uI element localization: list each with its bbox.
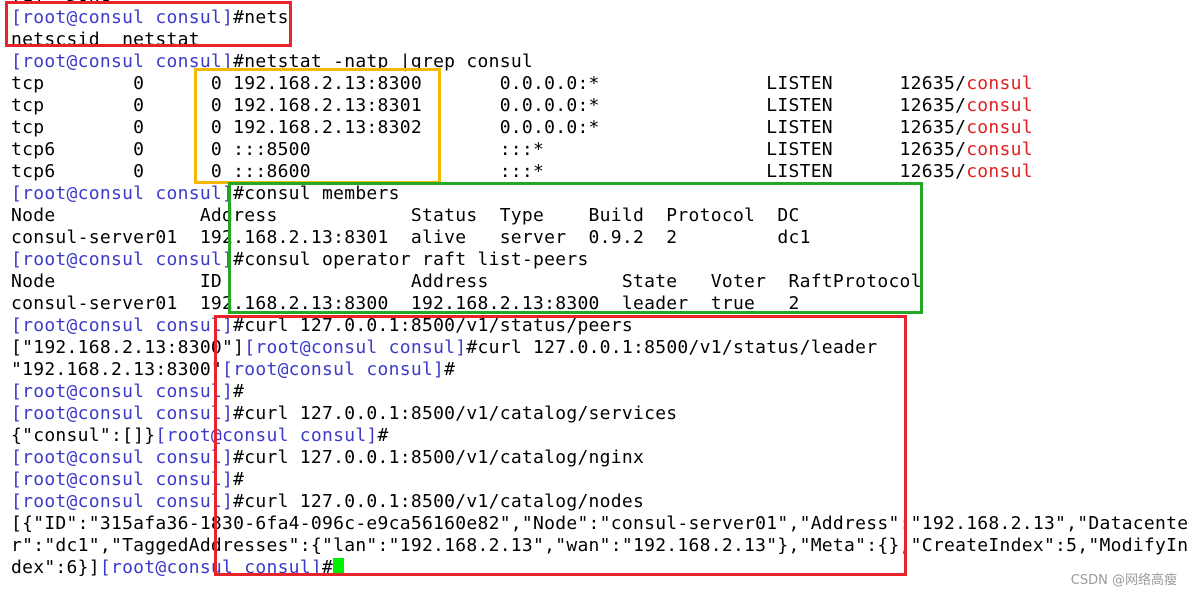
terminal-text: #curl 127.0.0.1:8500/v1/catalog/nginx [233,447,645,468]
shell-prompt: [root@consul consul] [155,425,378,446]
shell-prompt: [root@consul consul] [11,51,234,72]
terminal-window[interactable]: [1]+ Done[root@consul consul]#netsnetscs… [0,0,1191,597]
terminal-line: "192.168.2.13:8300"[root@consul consul]# [11,359,1188,381]
shell-prompt: [root@consul consul] [222,359,445,380]
terminal-text: # [444,359,456,380]
shell-prompt: [root@consul consul] [11,315,234,336]
terminal-text: #nets [233,7,289,28]
terminal-text: #curl 127.0.0.1:8500/v1/catalog/services [233,403,678,424]
terminal-text: #curl 127.0.0.1:8500/v1/status/leader [466,337,878,358]
terminal-text: [1]+ Done [11,0,111,6]
shell-prompt: [root@consul consul] [99,557,322,578]
terminal-line: Node Address Status Type Build Protocol … [11,205,1188,227]
terminal-line: [root@consul consul]#curl 127.0.0.1:8500… [11,315,1188,337]
terminal-text: netscsid netstat [11,29,200,50]
terminal-line: [root@consul consul]#nets [11,7,1188,29]
terminal-line: [root@consul consul]#curl 127.0.0.1:8500… [11,447,1188,469]
terminal-line: ["192.168.2.13:8300"][root@consul consul… [11,337,1188,359]
terminal-line: [root@consul consul]# [11,469,1188,491]
terminal-text: # [377,425,389,446]
terminal-text: consul-server01 192.168.2.13:8301 alive … [11,227,811,248]
terminal-text: ["192.168.2.13:8300"] [11,337,245,358]
terminal-text: tcp 0 0 192.168.2.13:8301 0.0.0.0:* LIST… [11,95,967,116]
process-name: consul [966,95,1033,116]
terminal-text: [{"ID":"315afa36-1830-6fa4-096c-e9ca5616… [11,513,1189,534]
shell-prompt: [root@consul consul] [11,249,234,270]
terminal-text: #consul operator raft list-peers [233,249,589,270]
terminal-line: [{"ID":"315afa36-1830-6fa4-096c-e9ca5616… [11,513,1188,535]
terminal-text: # [322,557,334,578]
terminal-text: tcp6 0 0 :::8500 :::* LISTEN 12635/ [11,139,967,160]
shell-prompt: [root@consul consul] [11,491,234,512]
terminal-line: r":"dc1","TaggedAddresses":{"lan":"192.1… [11,535,1188,557]
terminal-text: r":"dc1","TaggedAddresses":{"lan":"192.1… [11,535,1189,556]
terminal-text: #consul members [233,183,400,204]
terminal-output: [1]+ Done[root@consul consul]#netsnetscs… [11,0,1188,579]
terminal-line: [root@consul consul]#curl 127.0.0.1:8500… [11,491,1188,513]
shell-prompt: [root@consul consul] [11,381,234,402]
terminal-line: consul-server01 192.168.2.13:8301 alive … [11,227,1188,249]
terminal-line: tcp6 0 0 :::8600 :::* LISTEN 12635/consu… [11,161,1188,183]
terminal-line: [root@consul consul]#netstat -natp |grep… [11,51,1188,73]
terminal-line: [root@consul consul]#consul members [11,183,1188,205]
terminal-line: [root@consul consul]#curl 127.0.0.1:8500… [11,403,1188,425]
shell-prompt: [root@consul consul] [11,403,234,424]
shell-prompt: [root@consul consul] [11,469,234,490]
terminal-text: {"consul":[]} [11,425,156,446]
terminal-text: tcp 0 0 192.168.2.13:8300 0.0.0.0:* LIST… [11,73,967,94]
shell-prompt: [root@consul consul] [11,7,234,28]
terminal-line: tcp 0 0 192.168.2.13:8300 0.0.0.0:* LIST… [11,73,1188,95]
shell-prompt: [root@consul consul] [11,447,234,468]
shell-prompt: [root@consul consul] [244,337,467,358]
terminal-line: [root@consul consul]#consul operator raf… [11,249,1188,271]
terminal-line: consul-server01 192.168.2.13:8300 192.16… [11,293,1188,315]
process-name: consul [966,161,1033,182]
terminal-line: netscsid netstat [11,29,1188,51]
terminal-cursor [333,558,345,576]
process-name: consul [966,139,1033,160]
terminal-text: # [233,469,245,490]
terminal-text: consul-server01 192.168.2.13:8300 192.16… [11,293,800,314]
terminal-text: #curl 127.0.0.1:8500/v1/status/peers [233,315,633,336]
terminal-text: # [233,381,245,402]
terminal-line: {"consul":[]}[root@consul consul]# [11,425,1188,447]
terminal-line: tcp 0 0 192.168.2.13:8302 0.0.0.0:* LIST… [11,117,1188,139]
terminal-line: tcp 0 0 192.168.2.13:8301 0.0.0.0:* LIST… [11,95,1188,117]
terminal-line: dex":6}][root@consul consul]# [11,557,1188,579]
terminal-line: [1]+ Done [11,0,1188,7]
terminal-line: [root@consul consul]# [11,381,1188,403]
terminal-text: tcp6 0 0 :::8600 :::* LISTEN 12635/ [11,161,967,182]
process-name: consul [966,73,1033,94]
terminal-line: Node ID Address State Voter RaftProtocol [11,271,1188,293]
terminal-line: tcp6 0 0 :::8500 :::* LISTEN 12635/consu… [11,139,1188,161]
shell-prompt: [root@consul consul] [11,183,234,204]
terminal-text: Node Address Status Type Build Protocol … [11,205,800,226]
terminal-text: tcp 0 0 192.168.2.13:8302 0.0.0.0:* LIST… [11,117,967,138]
terminal-text: dex":6}] [11,557,100,578]
terminal-text: #curl 127.0.0.1:8500/v1/catalog/nodes [233,491,645,512]
watermark: CSDN @网络高瘦 [1070,573,1177,588]
terminal-text: "192.168.2.13:8300" [11,359,223,380]
terminal-text: #netstat -natp |grep consul [233,51,534,72]
process-name: consul [966,117,1033,138]
terminal-text: Node ID Address State Voter RaftProtocol [11,271,922,292]
